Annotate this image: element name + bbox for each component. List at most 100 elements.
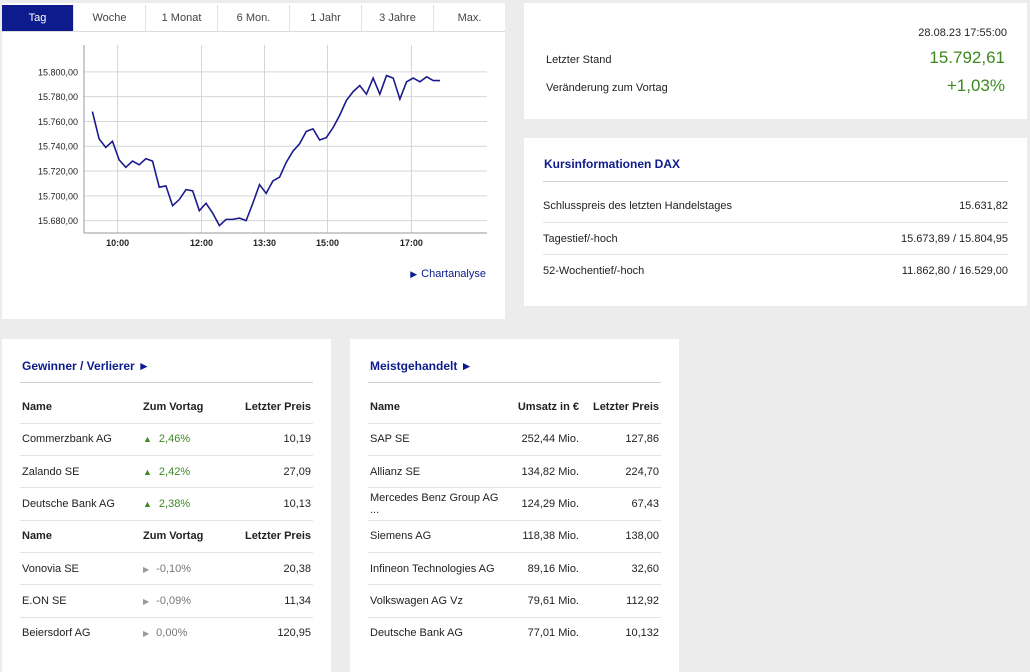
col-change-header: Zum Vortag (141, 391, 227, 424)
tab-max[interactable]: Max. (434, 5, 505, 31)
tab-tag[interactable]: Tag (2, 5, 74, 31)
stock-price: 138,00 (581, 520, 661, 553)
tab-6-mon[interactable]: 6 Mon. (218, 5, 290, 31)
kursinfo-row: 52-Wochentief/-hoch 11.862,80 / 16.529,0… (543, 265, 1008, 277)
stock-name[interactable]: Infineon Technologies AG (368, 552, 505, 586)
y-tick-label: 15.780,00 (38, 92, 78, 102)
kursinfo-label: Schlusspreis des letzten Handelstages (543, 200, 732, 212)
table-row[interactable]: Deutsche Bank AG ▲ 2,38% 10,13 (20, 487, 313, 521)
table-header: Name Zum Vortag Letzter Preis (20, 520, 313, 553)
table-row[interactable]: SAP SE 252,44 Mio. 127,86 (368, 423, 661, 457)
col-name-header: Name (20, 391, 141, 424)
stock-name[interactable]: Siemens AG (368, 520, 505, 553)
y-tick-label: 15.800,00 (38, 67, 78, 77)
stock-price: 32,60 (581, 552, 661, 586)
stock-price: 224,70 (581, 455, 661, 489)
stock-price: 20,38 (227, 552, 313, 586)
stock-umsatz: 124,29 Mio. (505, 487, 581, 521)
stock-change: ▲ 2,42% (141, 455, 227, 489)
change-row: Veränderung zum Vortag +1,03% (546, 76, 1005, 96)
table-row[interactable]: Vonovia SE ▶ -0,10% 20,38 (20, 552, 313, 586)
table-row[interactable]: Allianz SE 134,82 Mio. 224,70 (368, 455, 661, 489)
row-divider (543, 254, 1008, 255)
stock-name[interactable]: SAP SE (368, 423, 505, 457)
triangle-up-icon: ▲ (143, 466, 152, 477)
stock-name[interactable]: Commerzbank AG (20, 423, 141, 457)
stock-umsatz: 89,16 Mio. (505, 552, 581, 586)
tab-woche[interactable]: Woche (74, 5, 146, 31)
play-arrow-icon: ▶ (410, 269, 418, 279)
stock-name[interactable]: Deutsche Bank AG (368, 617, 505, 649)
col-umsatz-header: Umsatz in € (505, 391, 581, 424)
stock-name[interactable]: Zalando SE (20, 455, 141, 489)
tab-1-monat[interactable]: 1 Monat (146, 5, 218, 31)
stock-name[interactable]: Vonovia SE (20, 552, 141, 586)
col-price-header: Letzter Preis (581, 391, 661, 424)
row-divider (543, 222, 1008, 223)
stock-name[interactable]: Mercedes Benz Group AG ... (368, 487, 505, 521)
stock-price: 10,19 (227, 423, 313, 457)
section-divider (20, 382, 313, 383)
triangle-up-icon: ▲ (143, 434, 152, 445)
triangle-right-icon: ▶ (143, 596, 150, 606)
stock-umsatz: 79,61 Mio. (505, 584, 581, 618)
kursinfo-value: 15.673,89 / 15.804,95 (900, 233, 1008, 245)
kursinfo-value: 11.862,80 / 16.529,00 (901, 265, 1008, 277)
table-header: Name Umsatz in € Letzter Preis (368, 391, 661, 424)
triangle-right-icon: ▶ (143, 629, 150, 639)
quote-datetime: 28.08.23 17:55:00 (918, 27, 1007, 39)
table-row[interactable]: E.ON SE ▶ -0,09% 11,34 (20, 584, 313, 618)
kursinfo-title: Kursinformationen DAX (544, 157, 681, 171)
col-name-header: Name (20, 520, 141, 553)
stock-name[interactable]: Beiersdorf AG (20, 617, 141, 649)
stock-price: 10,132 (625, 627, 659, 640)
tab-3-jahre[interactable]: 3 Jahre (362, 5, 434, 31)
kursinfo-divider (543, 181, 1008, 182)
table-row[interactable]: Commerzbank AG ▲ 2,46% 10,19 (20, 423, 313, 457)
stock-price: 127,86 (581, 423, 661, 457)
gewinner-verlierer-title[interactable]: Gewinner / Verlierer ► (22, 359, 150, 373)
stock-umsatz: 252,44 Mio. (505, 423, 581, 457)
table-row[interactable]: Beiersdorf AG ▶ 0,00% 120,95 (20, 617, 313, 649)
x-tick-label: 10:00 (106, 238, 129, 248)
y-tick-label: 15.680,00 (38, 216, 78, 226)
meistgehandelt-title[interactable]: Meistgehandelt ► (370, 359, 473, 373)
stock-name[interactable]: Volkswagen AG Vz (368, 584, 505, 618)
table-row[interactable]: Deutsche Bank AG 77,01 Mio. 10,132 (368, 617, 661, 649)
kursinfo-value: 15.631,82 (959, 200, 1008, 212)
series-line (91, 74, 440, 227)
table-row[interactable]: Mercedes Benz Group AG ... 124,29 Mio. 6… (368, 487, 661, 521)
x-tick-label: 17:00 (400, 238, 423, 248)
last-price-label: Letzter Stand (546, 54, 612, 66)
stock-name[interactable]: Deutsche Bank AG (20, 487, 141, 521)
triangle-right-icon: ▶ (143, 564, 150, 574)
change-label: Veränderung zum Vortag (546, 82, 668, 94)
stock-umsatz: 77,01 Mio. (527, 627, 579, 640)
triangle-up-icon: ▲ (143, 499, 152, 510)
stock-change: ▲ 2,46% (141, 423, 227, 457)
table-row[interactable]: Infineon Technologies AG 89,16 Mio. 32,6… (368, 552, 661, 586)
y-tick-label: 15.760,00 (38, 117, 78, 127)
stock-price: 120,95 (277, 627, 311, 640)
stock-name[interactable]: Allianz SE (368, 455, 505, 489)
col-change-header: Zum Vortag (141, 520, 227, 553)
table-row[interactable]: Volkswagen AG Vz 79,61 Mio. 112,92 (368, 584, 661, 618)
kursinfo-label: Tagestief/-hoch (543, 233, 618, 245)
tab-1-jahr[interactable]: 1 Jahr (290, 5, 362, 31)
chartanalyse-link[interactable]: ▶ Chartanalyse (410, 268, 486, 280)
stock-price: 10,13 (227, 487, 313, 521)
kursinfo-row: Tagestief/-hoch 15.673,89 / 15.804,95 (543, 233, 1008, 245)
x-tick-label: 13:30 (253, 238, 276, 248)
stock-price: 27,09 (227, 455, 313, 489)
y-tick-label: 15.740,00 (38, 142, 78, 152)
kursinfo-label: 52-Wochentief/-hoch (543, 265, 645, 277)
period-tabs: Tag Woche 1 Monat 6 Mon. 1 Jahr 3 Jahre … (2, 5, 505, 32)
table-row[interactable]: Zalando SE ▲ 2,42% 27,09 (20, 455, 313, 489)
table-row[interactable]: Siemens AG 118,38 Mio. 138,00 (368, 520, 661, 553)
last-price-value: 15.792,61 (929, 48, 1005, 67)
col-price-header: Letzter Preis (227, 391, 313, 424)
x-tick-label: 15:00 (316, 238, 339, 248)
quote-panel: 28.08.23 17:55:00 Letzter Stand 15.792,6… (524, 3, 1027, 119)
stock-name[interactable]: E.ON SE (20, 584, 141, 618)
gewinner-table: Name Zum Vortag Letzter Preis Commerzban… (20, 391, 313, 649)
